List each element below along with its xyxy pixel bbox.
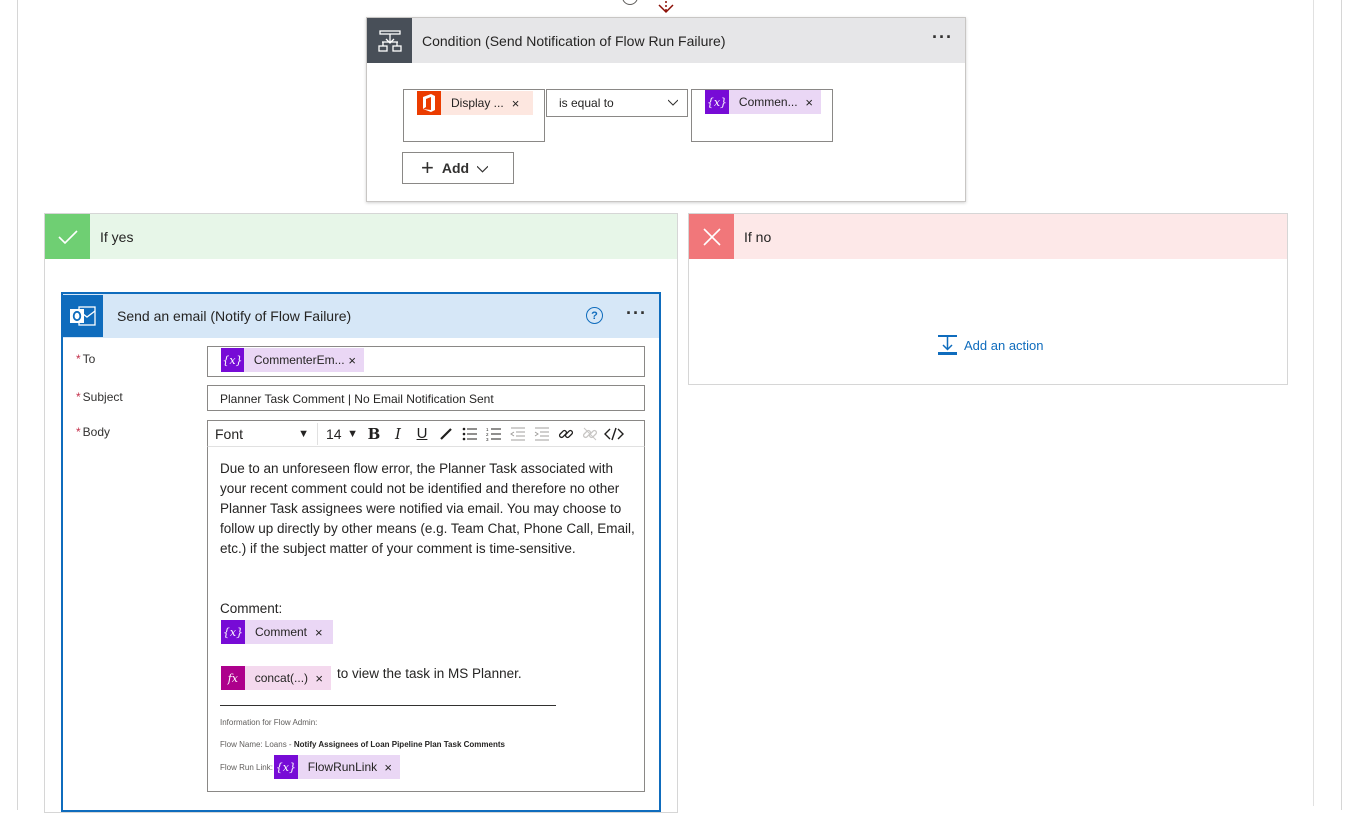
rich-text-toolbar: Font ▼ 14 ▼ B I U 123	[207, 420, 645, 446]
to-token-label: CommenterEm...	[253, 353, 345, 367]
remove-token-button[interactable]: ×	[315, 625, 331, 640]
remove-token-button[interactable]: ×	[512, 96, 528, 111]
variable-icon: {x}	[221, 348, 244, 372]
right-operand-token[interactable]: {x} Commen... ×	[705, 90, 821, 114]
remove-token-button[interactable]: ×	[805, 95, 821, 110]
canvas-scroll-edge	[1313, 0, 1314, 806]
check-icon	[45, 214, 90, 259]
if-no-title: If no	[744, 228, 772, 245]
variable-icon: {x}	[221, 620, 245, 644]
comment-token-label: Comment	[255, 625, 308, 639]
email-menu-button[interactable]: ···	[626, 304, 647, 322]
flow-name-text: Flow Name: Loans - Notify Assignees of L…	[220, 740, 505, 749]
highlight-icon[interactable]	[434, 423, 458, 445]
concat-token-label: concat(...)	[254, 671, 309, 685]
body-text: Due to an unforeseen flow error, the Pla…	[220, 461, 635, 556]
body-editor[interactable]: Due to an unforeseen flow error, the Pla…	[207, 446, 645, 792]
plus-icon: +	[421, 155, 434, 180]
link-icon[interactable]	[554, 423, 578, 445]
add-action-icon	[938, 335, 957, 355]
italic-button[interactable]: I	[386, 423, 410, 445]
condition-menu-button[interactable]: ···	[932, 28, 953, 46]
underline-button[interactable]: U	[410, 423, 434, 445]
to-token[interactable]: {x} CommenterEm... ×	[221, 348, 364, 372]
operator-dropdown[interactable]: is equal to	[546, 89, 688, 117]
fx-icon: fx	[221, 666, 245, 690]
variable-icon: {x}	[705, 90, 729, 114]
code-view-icon[interactable]	[602, 423, 626, 445]
right-operand-label: Commen...	[738, 95, 798, 109]
font-dropdown[interactable]: Font ▼	[208, 422, 318, 445]
numbered-list-icon[interactable]: 123	[482, 423, 506, 445]
if-no-header[interactable]: If no	[689, 214, 1287, 259]
send-email-header[interactable]: Send an email (Notify of Flow Failure) ?…	[63, 294, 659, 338]
help-icon[interactable]: ?	[586, 307, 603, 324]
add-condition-button[interactable]: + Add	[402, 152, 514, 184]
body-label: * Body	[76, 425, 111, 439]
svg-text:3: 3	[486, 437, 489, 441]
admin-info-text: Information for Flow Admin:	[220, 718, 318, 727]
flow-run-link-token-label: FlowRunLink	[307, 760, 378, 774]
if-yes-title: If yes	[100, 228, 134, 245]
font-size-dropdown[interactable]: 14 ▼	[318, 423, 362, 445]
office-icon	[417, 91, 441, 115]
decrease-indent-icon[interactable]	[506, 423, 530, 445]
comment-label: Comment:	[220, 601, 283, 616]
bulleted-list-icon[interactable]	[458, 423, 482, 445]
send-email-title: Send an email (Notify of Flow Failure)	[117, 308, 352, 324]
concat-expression-token[interactable]: fx concat(...) ×	[221, 666, 331, 690]
connector-arrow-icon	[658, 0, 674, 14]
view-task-text: to view the task in MS Planner.	[337, 666, 522, 681]
left-operand-label: Display ...	[451, 96, 504, 110]
variable-icon: {x}	[274, 755, 298, 779]
remove-token-button[interactable]: ×	[348, 353, 364, 368]
outlook-icon	[63, 295, 103, 337]
remove-token-button[interactable]: ×	[315, 671, 331, 686]
condition-icon	[367, 18, 412, 63]
subject-value: Planner Task Comment | No Email Notifica…	[220, 392, 494, 406]
flow-run-link-token[interactable]: {x} FlowRunLink ×	[274, 755, 400, 779]
flow-run-link-label: Flow Run Link:	[220, 763, 273, 772]
add-action-label: Add an action	[964, 337, 1044, 353]
remove-token-button[interactable]: ×	[384, 760, 400, 775]
divider-line	[220, 705, 556, 706]
increase-indent-icon[interactable]	[530, 423, 554, 445]
chevron-down-icon	[668, 99, 678, 106]
subject-label: * Subject	[76, 390, 123, 404]
if-no-branch: If no Add an action	[688, 213, 1288, 385]
bold-button[interactable]: B	[362, 423, 386, 445]
if-yes-header[interactable]: If yes	[45, 214, 677, 259]
to-label: * To	[76, 352, 96, 366]
chevron-down-icon	[477, 165, 489, 173]
x-icon	[689, 214, 734, 259]
condition-title: Condition (Send Notification of Flow Run…	[422, 32, 726, 49]
unlink-icon[interactable]	[578, 423, 602, 445]
left-operand-token[interactable]: Display ... ×	[417, 91, 533, 115]
comment-token[interactable]: {x} Comment ×	[221, 620, 333, 644]
subject-field[interactable]: Planner Task Comment | No Email Notifica…	[207, 385, 645, 411]
condition-header[interactable]: Condition (Send Notification of Flow Run…	[367, 18, 965, 63]
add-button-label: Add	[441, 160, 470, 176]
add-an-action-button[interactable]: Add an action	[937, 334, 1044, 356]
operator-value: is equal to	[559, 96, 614, 110]
